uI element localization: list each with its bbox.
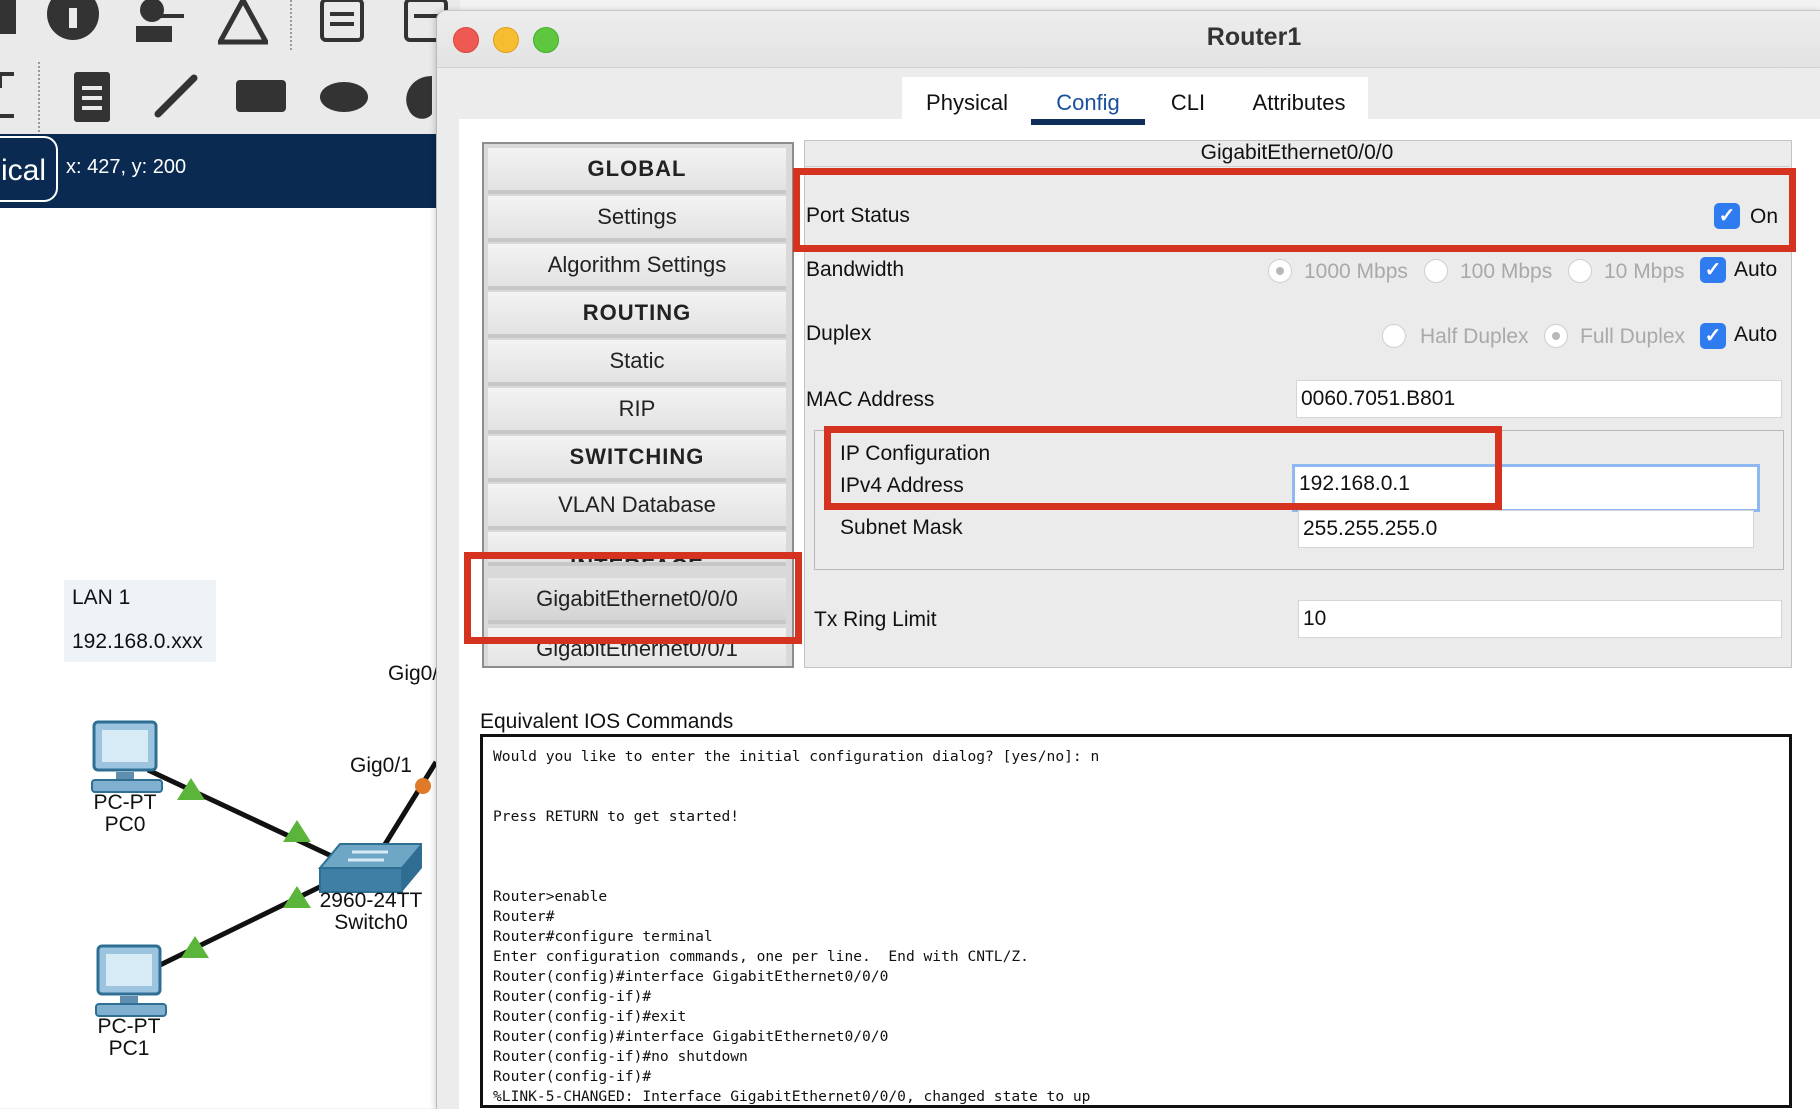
clipboard-icon[interactable] [70,68,114,124]
ios-line: Router(config)#interface GigabitEthernet… [493,968,889,985]
physical-mode-button[interactable]: sical [0,136,58,202]
ios-line: Router(config-if)# [493,1068,652,1085]
info-icon[interactable] [46,0,100,44]
duplex-auto-checkbox[interactable]: ✓ [1700,323,1726,349]
subnet-mask-label: Subnet Mask [840,516,963,539]
nav-item-settings[interactable]: Settings [488,196,786,242]
ios-line: Router(config-if)# [493,988,652,1005]
ios-commands-console[interactable]: Would you like to enter the initial conf… [480,734,1792,1108]
ios-line: Router>enable [493,888,608,905]
link-status-up [177,778,205,800]
rectangle-tool-icon[interactable] [234,78,288,116]
inspect-icon[interactable] [130,0,186,46]
ios-line [493,847,1789,867]
tx-ring-limit-label: Tx Ring Limit [814,608,937,631]
bandwidth-1000-label: 1000 Mbps [1304,260,1408,283]
tab-physical[interactable]: Physical [902,77,1032,129]
link-pc1-switch0 [156,879,332,969]
duplex-auto-label: Auto [1734,323,1778,346]
pc0-label: PC-PT PC0 [93,791,157,836]
active-tab-indicator [1031,119,1145,125]
full-duplex-label: Full Duplex [1580,325,1686,348]
ipv4-address-field[interactable]: 192.168.0.1 [1292,464,1760,512]
subnet-mask-field[interactable]: 255.255.255.0 [1298,510,1754,548]
full-duplex-radio[interactable] [1544,324,1568,348]
ios-line [493,787,1789,807]
link-status-up [283,820,311,842]
ios-line [493,827,1789,847]
tab-attributes[interactable]: Attributes [1231,77,1367,129]
main-toolbar [0,0,460,134]
interface-title: GigabitEthernet0/0/0 [804,140,1790,167]
port-label: Gig0/ [388,662,439,685]
line-tool-icon[interactable] [154,74,198,118]
bandwidth-100-radio[interactable] [1424,259,1448,283]
ios-line: %LINK-5-CHANGED: Interface GigabitEthern… [493,1088,1091,1105]
cursor-coordinates: x: 427, y: 200 [66,156,187,178]
toolbar-separator [290,0,292,50]
link-status-up [181,936,209,958]
ios-line: Router(config-if)#no shutdown [493,1048,748,1065]
ios-line: Press RETURN to get started! [493,808,740,825]
ipv4-address-label: IPv4 Address [840,474,964,497]
ios-line: Enter configuration commands, one per li… [493,948,1029,965]
pc0-icon[interactable] [86,720,166,798]
port-label: Gig0/1 [350,754,412,777]
switch0-icon[interactable] [318,838,422,896]
nav-header-switching: SWITCHING [488,436,786,482]
ip-configuration-label: IP Configuration [840,442,991,465]
tx-ring-limit-field[interactable]: 10 [1298,600,1782,638]
draw-icon[interactable] [218,0,268,46]
ios-line: Router#configure terminal [493,928,713,945]
bandwidth-10-label: 10 Mbps [1604,260,1685,283]
resize-icon[interactable] [0,70,22,120]
note-icon[interactable] [318,0,366,44]
ios-line: Router# [493,908,555,925]
port-status-on-label: On [1750,205,1779,228]
nav-header-interface: INTERFACE [488,532,786,566]
lan-name: LAN 1 [72,586,131,609]
pc1-label: PC-PT PC1 [97,1015,161,1060]
mac-address-field[interactable]: 0060.7051.B801 [1296,380,1782,418]
link-pc0-switch0 [146,767,342,863]
bandwidth-auto-checkbox[interactable]: ✓ [1700,257,1726,283]
nav-header-routing: ROUTING [488,292,786,338]
pc1-icon[interactable] [90,944,170,1022]
mac-address-label: MAC Address [806,388,935,411]
ios-line: Router(config-if)#exit [493,1008,687,1025]
window-titlebar: Router1 [437,11,1820,68]
nav-item-rip[interactable]: RIP [488,388,786,434]
copy-icon[interactable] [0,0,30,44]
nav-item-gig001[interactable]: GigabitEthernet0/0/1 [488,628,786,666]
toolbar-separator [38,62,40,132]
bandwidth-auto-label: Auto [1734,258,1778,281]
config-nav-list[interactable]: GLOBAL Settings Algorithm Settings ROUTI… [482,142,794,668]
bandwidth-label: Bandwidth [806,258,905,281]
switch0-label: 2960-24TT Switch0 [319,889,423,934]
tab-cli[interactable]: CLI [1145,77,1231,129]
bandwidth-10-radio[interactable] [1568,259,1592,283]
nav-item-static[interactable]: Static [488,340,786,386]
half-duplex-radio[interactable] [1382,324,1406,348]
ios-line: Would you like to enter the initial conf… [493,748,1100,765]
duplex-label: Duplex [806,322,872,345]
nav-header-global: GLOBAL [488,148,786,194]
ios-line [493,867,1789,887]
ios-line [493,767,1789,787]
window-title: Router1 [1206,23,1302,51]
bandwidth-100-label: 100 Mbps [1460,260,1553,283]
ios-line: Router(config)#interface GigabitEthernet… [493,1028,889,1045]
ios-commands-label: Equivalent IOS Commands [480,710,734,733]
ellipse-tool-icon[interactable] [318,80,370,114]
bandwidth-1000-radio[interactable] [1268,259,1292,283]
link-status-amber [415,778,431,794]
port-status-label: Port Status [806,204,910,227]
half-duplex-label: Half Duplex [1420,325,1529,348]
nav-item-gig000[interactable]: GigabitEthernet0/0/0 [488,578,786,624]
port-status-checkbox[interactable]: ✓ [1714,203,1740,229]
nav-item-vlan-database[interactable]: VLAN Database [488,484,786,530]
nav-item-algorithm-settings[interactable]: Algorithm Settings [488,244,786,290]
